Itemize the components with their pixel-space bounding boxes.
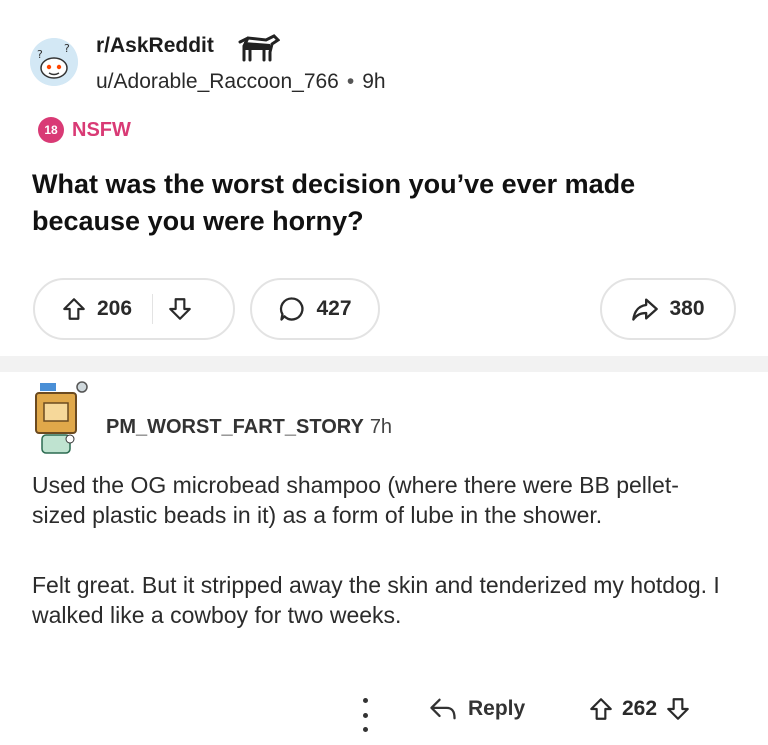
commenter-avatar[interactable] — [30, 377, 96, 457]
upvote-icon[interactable] — [61, 296, 87, 322]
subreddit-name[interactable]: r/AskReddit — [96, 34, 214, 58]
reply-button[interactable]: Reply — [428, 696, 525, 722]
post-meta: u/Adorable_Raccoon_766 • 9h — [96, 70, 386, 94]
downvote-icon[interactable] — [167, 296, 193, 322]
comment-card: PM_WORST_FART_STORY 7h Used the OG microb… — [0, 372, 768, 745]
post-title[interactable]: What was the worst decision you’ve ever … — [32, 166, 732, 240]
upvote-count: 206 — [97, 297, 133, 320]
share-count: 380 — [669, 297, 705, 320]
reply-label: Reply — [468, 697, 526, 720]
nsfw-badge: 18 — [38, 117, 64, 143]
post-author[interactable]: u/Adorable_Raccoon_766 — [96, 70, 339, 93]
comment-bubble-icon — [278, 295, 306, 323]
post-time: 9h — [362, 70, 386, 93]
comment-upvote-icon[interactable] — [588, 696, 614, 722]
comment-count: 427 — [316, 297, 352, 320]
comment-author[interactable]: PM_WORST_FART_STORY 7h — [106, 416, 392, 439]
section-divider — [0, 356, 768, 372]
vote-pill: 206 — [33, 278, 235, 340]
post-card: ? ? r/AskReddit u/Adorable_Raccoon_766 • 9… — [0, 0, 768, 356]
horse-icon — [236, 32, 281, 62]
comment-vote: 262 — [588, 696, 691, 722]
share-button[interactable]: 380 — [600, 278, 736, 340]
nsfw-tag: 18 NSFW — [38, 117, 131, 143]
comment-author-name[interactable]: PM_WORST_FART_STORY — [106, 416, 364, 438]
comments-button[interactable]: 427 — [250, 278, 380, 340]
comment-time: 7h — [369, 416, 393, 438]
subreddit-avatar[interactable]: ? ? — [30, 38, 78, 86]
comment-paragraph: Used the OG microbead shampoo (where the… — [32, 472, 679, 528]
comment-score: 262 — [622, 697, 658, 720]
vote-divider — [152, 294, 154, 324]
nsfw-label: NSFW — [72, 118, 131, 141]
comment-paragraph: Felt great. But it stripped away the ski… — [32, 572, 720, 628]
reply-icon — [428, 696, 458, 722]
comment-actions: Reply 262 — [0, 694, 768, 734]
share-icon — [631, 295, 659, 323]
comment-body: Used the OG microbead shampoo (where the… — [32, 470, 732, 670]
svg-text:?: ? — [37, 48, 43, 61]
comment-downvote-icon[interactable] — [665, 696, 691, 722]
meta-separator: • — [346, 70, 355, 93]
more-options-icon[interactable] — [355, 698, 375, 732]
post-header: ? ? r/AskReddit u/Adorable_Raccoon_766 • 9… — [30, 30, 730, 100]
svg-text:?: ? — [64, 42, 70, 55]
